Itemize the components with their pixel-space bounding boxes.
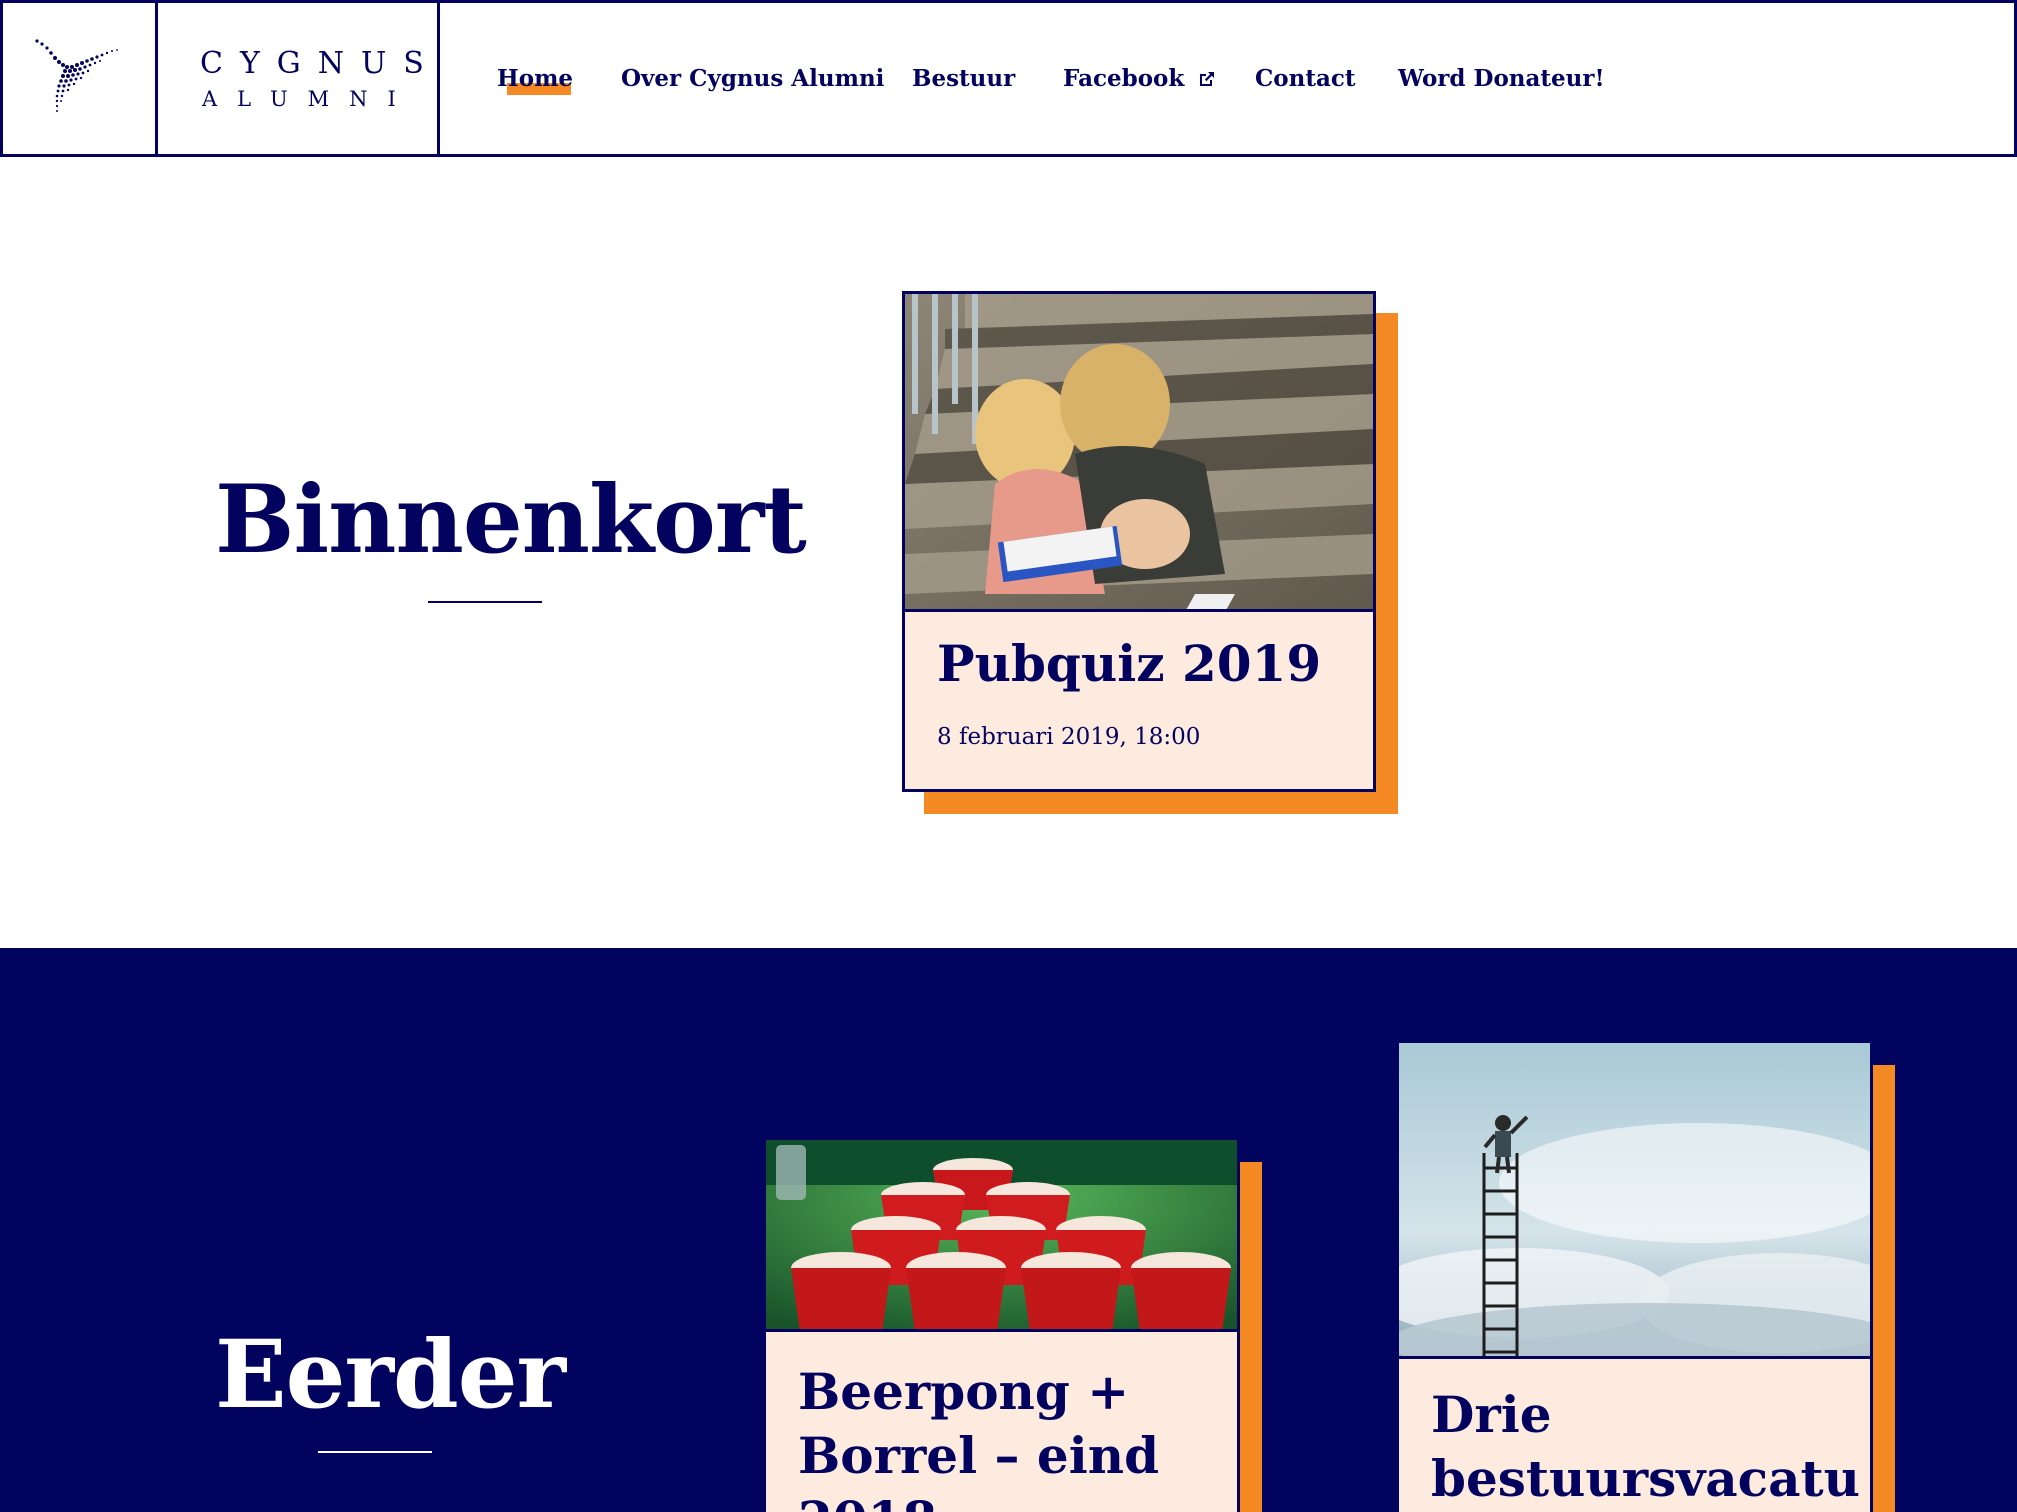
nav-bestuur-label: Bestuur bbox=[912, 65, 1016, 92]
logo-line-cygnus: CYGNUS bbox=[200, 46, 441, 81]
event-image-red-cups bbox=[766, 1140, 1237, 1332]
card-body: Beerpong + Borrel – eind 2018 bbox=[766, 1140, 1240, 1512]
external-link-icon bbox=[1200, 71, 1215, 86]
nav-home[interactable]: Home bbox=[497, 65, 574, 95]
site-header: CYGNUS ALUMNI Home Over Cygnus Alumni Be… bbox=[0, 0, 2017, 157]
nav-bestuur[interactable]: Bestuur bbox=[912, 65, 1015, 92]
nav-facebook[interactable]: Facebook bbox=[1063, 65, 1216, 92]
event-title: Drie bestuursvacatu bbox=[1431, 1383, 1860, 1511]
logo-line-alumni: ALUMNI bbox=[202, 87, 416, 111]
event-title-line-1: Drie bbox=[1431, 1385, 1552, 1444]
nav-over-cygnus-alumni[interactable]: Over Cygnus Alumni bbox=[621, 65, 884, 92]
event-title: Beerpong + Borrel – eind 2018 bbox=[798, 1360, 1159, 1512]
nav-contact-label: Contact bbox=[1255, 65, 1356, 92]
event-title-line-2: bestuursvacatu bbox=[1431, 1449, 1860, 1508]
main-nav: Home Over Cygnus Alumni Bestuur Facebook… bbox=[440, 3, 2014, 154]
event-image-ladder-sky bbox=[1399, 1043, 1870, 1359]
logo-link[interactable] bbox=[3, 3, 158, 154]
nav-home-label: Home bbox=[497, 65, 574, 92]
card-body: Pubquiz 2019 8 februari 2019, 18:00 bbox=[902, 291, 1376, 792]
event-image-children-quiz bbox=[905, 294, 1373, 612]
nav-facebook-label: Facebook bbox=[1063, 65, 1185, 92]
swan-logo-icon bbox=[35, 38, 118, 112]
title-divider-dark bbox=[318, 1451, 432, 1453]
section-title-eerder: Eerder bbox=[215, 1320, 566, 1430]
event-date: 8 februari 2019, 18:00 bbox=[937, 724, 1201, 750]
nav-word-donateur[interactable]: Word Donateur! bbox=[1398, 65, 1605, 92]
nav-contact[interactable]: Contact bbox=[1255, 65, 1356, 92]
event-card-pubquiz[interactable]: Pubquiz 2019 8 februari 2019, 18:00 bbox=[902, 291, 1398, 814]
event-title-line-2: Borrel – eind bbox=[798, 1426, 1160, 1485]
title-divider bbox=[428, 601, 542, 603]
event-title-line-3: 2018 bbox=[798, 1488, 1159, 1512]
event-title: Pubquiz 2019 bbox=[937, 634, 1322, 693]
logo-wordmark[interactable]: CYGNUS ALUMNI bbox=[158, 3, 440, 154]
card-body: Drie bestuursvacatu bbox=[1399, 1043, 1873, 1512]
event-card-beerpong[interactable]: Beerpong + Borrel – eind 2018 bbox=[766, 1140, 1262, 1512]
event-title-line-1: Beerpong + bbox=[798, 1362, 1130, 1421]
event-card-bestuursvacatures[interactable]: Drie bestuursvacatu bbox=[1399, 1043, 1895, 1512]
nav-over-label: Over Cygnus Alumni bbox=[621, 65, 885, 92]
nav-donateur-label: Word Donateur! bbox=[1398, 65, 1605, 92]
section-title-binnenkort: Binnenkort bbox=[215, 465, 807, 575]
